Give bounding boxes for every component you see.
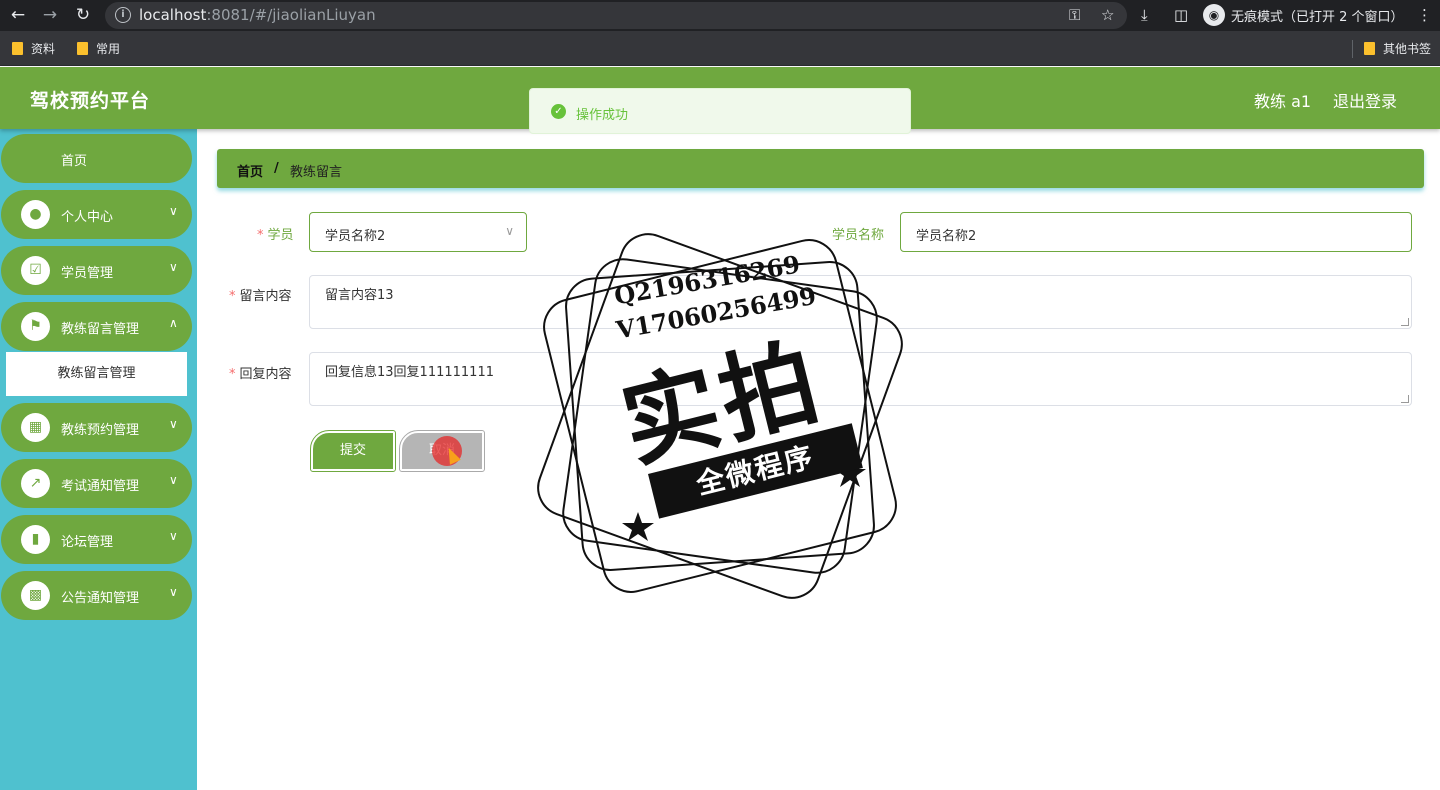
sidebar-subitem-coach-messages[interactable]: 教练留言管理 [6,352,187,396]
student-label-text: 学员 [267,228,294,243]
ticket-icon: ▮ [21,525,50,554]
folder-icon [12,42,23,55]
grid-icon: ▦ [21,413,50,442]
folder-icon [1364,42,1375,55]
chart-icon: ↗ [21,469,50,498]
student-label: * 学员 [257,224,294,243]
student-select[interactable]: 学员名称2 ∨ [309,212,527,252]
chevron-down-icon: ∨ [169,204,178,218]
chevron-down-icon: ∨ [169,417,178,431]
incognito-icon: ◉ [1203,4,1225,26]
sidebar-item-coach-messages[interactable]: ⚑ 教练留言管理 ∧ [1,302,192,351]
sidebar-item-home[interactable]: 首页 [1,134,192,183]
sidebar-item-exam-notice[interactable]: ↗ 考试通知管理 ∨ [1,459,192,508]
message-label: * 留言内容 [229,285,292,304]
bookmark-folder-2[interactable]: 常用 [77,40,120,57]
breadcrumb-current: 教练留言 [290,165,343,180]
download-icon[interactable]: ⤓ [1141,5,1148,25]
sidebar-item-label: 教练留言管理 [61,322,140,337]
sidebar-item-label: 教练预约管理 [61,423,140,438]
submit-button[interactable]: 提交 [310,430,396,472]
current-user: 教练 a1 [1254,92,1312,111]
sidebar-item-profile[interactable]: ● 个人中心 ∨ [1,190,192,239]
bookmarks-bar [0,31,1440,66]
sidebar-item-label: 个人中心 [61,210,114,225]
address-bar[interactable]: i localhost:8081/#/jiaolianLiuyan ⚿ ☆ [105,2,1127,29]
student-name-value: 学员名称2 [916,229,977,244]
message-value: 留言内容13 [325,288,394,303]
apps-icon: ▩ [21,581,50,610]
sidebar-item-label: 考试通知管理 [61,479,140,494]
bookmark-label: 常用 [96,42,121,56]
forward-icon[interactable]: → [38,4,62,26]
logout-link[interactable]: 退出登录 [1333,88,1397,112]
toast-message: 操作成功 [576,108,629,123]
chevron-down-icon: ∨ [169,529,178,543]
breadcrumb: 首页 / 教练留言 [217,149,1424,188]
student-name-input[interactable]: 学员名称2 [900,212,1412,252]
bookmark-label: 资料 [31,42,56,56]
message-label-text: 留言内容 [239,289,292,304]
chevron-down-icon: ∨ [169,585,178,599]
reply-value: 回复信息13回复111111111 [325,365,494,380]
resize-handle[interactable] [1401,395,1409,403]
sidepanel-icon[interactable]: ◫ [1174,5,1188,25]
success-toast: ✓ 操作成功 [529,88,911,134]
folder-icon [77,42,88,55]
required-mark: * [257,228,264,243]
sidebar-item-students[interactable]: ☑ 学员管理 ∨ [1,246,192,295]
required-mark: * [229,367,236,382]
flag-icon: ⚑ [21,312,50,341]
check-circle-icon: ✓ [551,104,566,119]
clipboard-icon: ☑ [21,256,50,285]
resize-handle[interactable] [1401,318,1409,326]
sidebar-item-announcements[interactable]: ▩ 公告通知管理 ∨ [1,571,192,620]
info-icon[interactable]: i [115,7,131,23]
chevron-down-icon: ∨ [169,260,178,274]
bookmark-separator [1352,40,1353,58]
reload-icon[interactable]: ↻ [71,4,95,26]
other-bookmarks[interactable]: 其他书签 [1364,40,1431,57]
breadcrumb-separator: / [274,161,279,176]
url-text: localhost:8081/#/jiaolianLiuyan [139,6,376,24]
sidebar-item-label: 论坛管理 [61,535,114,550]
star-icon[interactable]: ☆ [1101,6,1114,24]
sidebar-item-forum[interactable]: ▮ 论坛管理 ∨ [1,515,192,564]
app-title: 驾校预约平台 [30,90,151,112]
student-select-value: 学员名称2 [325,229,386,244]
sidebar: 首页 ● 个人中心 ∨ ☑ 学员管理 ∨ ⚑ 教练留言管理 ∧ ▦ 教练预约管理… [0,129,197,790]
incognito-label: 无痕模式（已打开 2 个窗口） [1231,9,1404,25]
required-mark: * [229,289,236,304]
sidebar-item-coach-booking[interactable]: ▦ 教练预约管理 ∨ [1,403,192,452]
chevron-up-icon: ∧ [169,316,178,330]
chevron-down-icon: ∨ [505,224,514,238]
more-icon[interactable]: ⋮ [1417,5,1432,25]
url-host: localhost [139,6,207,24]
sidebar-item-label: 学员管理 [61,266,114,281]
url-path: :8081/#/jiaolianLiuyan [206,6,376,24]
bookmark-label: 其他书签 [1383,42,1432,56]
reply-label-text: 回复内容 [239,367,292,382]
key-icon[interactable]: ⚿ [1069,6,1080,24]
back-icon[interactable]: ← [6,4,30,26]
breadcrumb-home[interactable]: 首页 [237,161,263,180]
bookmark-folder-1[interactable]: 资料 [12,40,55,57]
sidebar-item-label: 首页 [61,154,88,169]
user-icon: ● [21,200,50,229]
chevron-down-icon: ∨ [169,473,178,487]
reply-label: * 回复内容 [229,363,292,382]
incognito-indicator[interactable]: ◉ 无痕模式（已打开 2 个窗口） [1203,4,1404,26]
sidebar-item-label: 公告通知管理 [61,591,140,606]
browser-toolbar: ← → ↻ i localhost:8081/#/jiaolianLiuyan … [0,0,1440,31]
